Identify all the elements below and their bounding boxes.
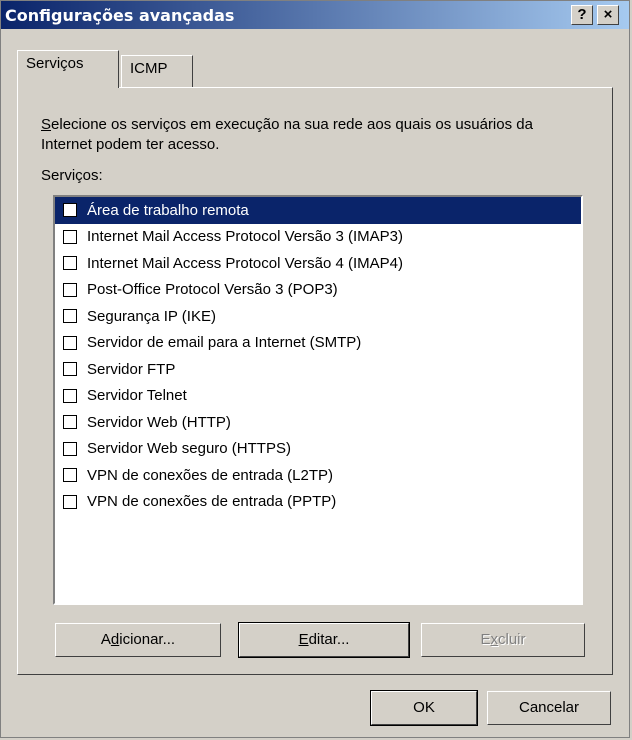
service-list-item[interactable]: VPN de conexões de entrada (L2TP) bbox=[55, 462, 581, 489]
service-label: VPN de conexões de entrada (L2TP) bbox=[87, 466, 333, 484]
add-button-access-key: d bbox=[110, 631, 120, 648]
service-label: Servidor de email para a Internet (SMTP) bbox=[87, 334, 362, 352]
services-listbox[interactable]: Área de trabalho remota Internet Mail Acc… bbox=[53, 195, 583, 605]
service-list-item[interactable]: Servidor Web (HTTP) bbox=[55, 409, 581, 436]
service-checkbox[interactable] bbox=[63, 494, 77, 509]
add-button-label-post: icionar... bbox=[119, 631, 176, 648]
title-bar[interactable]: Configurações avançadas ? × bbox=[1, 1, 629, 29]
service-checkbox[interactable] bbox=[63, 362, 77, 377]
service-checkbox[interactable] bbox=[63, 203, 77, 218]
service-label: Servidor Web (HTTP) bbox=[87, 413, 231, 431]
service-label: Post-Office Protocol Versão 3 (POP3) bbox=[87, 281, 338, 299]
service-list-item[interactable]: Internet Mail Access Protocol Versão 4 (… bbox=[55, 250, 581, 277]
service-list-item[interactable]: Área de trabalho remota bbox=[55, 197, 581, 224]
service-list-item[interactable]: Servidor FTP bbox=[55, 356, 581, 383]
close-button[interactable]: × bbox=[597, 5, 619, 25]
edit-button[interactable]: Editar... bbox=[238, 622, 410, 658]
delete-button-label-pre: E bbox=[480, 631, 491, 648]
service-label: Segurança IP (IKE) bbox=[87, 307, 216, 325]
cancel-button[interactable]: Cancelar bbox=[487, 691, 611, 725]
service-checkbox[interactable] bbox=[63, 229, 77, 244]
service-label: Servidor Web seguro (HTTPS) bbox=[87, 440, 291, 458]
edit-button-access-key: E bbox=[298, 631, 309, 648]
tab-icmp[interactable]: ICMP bbox=[121, 55, 193, 87]
description-access-key: S bbox=[41, 116, 52, 133]
service-list-item[interactable]: Segurança IP (IKE) bbox=[55, 303, 581, 330]
service-list-item[interactable]: VPN de conexões de entrada (PPTP) bbox=[55, 489, 581, 516]
service-checkbox[interactable] bbox=[63, 282, 77, 297]
description-text: Selecione os serviços em execução na sua… bbox=[41, 115, 561, 155]
service-list-item[interactable]: Internet Mail Access Protocol Versão 3 (… bbox=[55, 224, 581, 251]
dialog-window: Configurações avançadas ? × Serviços ICM… bbox=[0, 0, 630, 738]
add-button[interactable]: Adicionar... bbox=[55, 623, 221, 657]
window-title: Configurações avançadas bbox=[5, 6, 235, 25]
service-label: Internet Mail Access Protocol Versão 3 (… bbox=[87, 228, 403, 246]
service-checkbox[interactable] bbox=[63, 335, 77, 350]
service-list-item[interactable]: Servidor Web seguro (HTTPS) bbox=[55, 436, 581, 463]
ok-button[interactable]: OK bbox=[370, 690, 478, 726]
tab-servicos-label: Serviços bbox=[26, 55, 84, 72]
service-list-item[interactable]: Post-Office Protocol Versão 3 (POP3) bbox=[55, 277, 581, 304]
tab-icmp-label: ICMP bbox=[130, 60, 168, 77]
service-checkbox[interactable] bbox=[63, 388, 77, 403]
service-list-item[interactable]: Servidor de email para a Internet (SMTP) bbox=[55, 330, 581, 357]
service-checkbox[interactable] bbox=[63, 468, 77, 483]
edit-button-label-post: ditar... bbox=[308, 631, 350, 648]
delete-button-label-post: cluir bbox=[498, 631, 526, 648]
help-button[interactable]: ? bbox=[571, 5, 593, 25]
delete-button[interactable]: Excluir bbox=[421, 623, 585, 657]
service-label: Internet Mail Access Protocol Versão 4 (… bbox=[87, 254, 403, 272]
service-checkbox[interactable] bbox=[63, 441, 77, 456]
service-checkbox[interactable] bbox=[63, 309, 77, 324]
service-checkbox[interactable] bbox=[63, 256, 77, 271]
description-rest: elecione os serviços em execução na sua … bbox=[41, 116, 533, 153]
service-list-item[interactable]: Servidor Telnet bbox=[55, 383, 581, 410]
services-list-label: Serviços: bbox=[41, 167, 103, 184]
service-label: Servidor FTP bbox=[87, 360, 176, 378]
service-label: Área de trabalho remota bbox=[87, 201, 249, 219]
delete-button-access-key: x bbox=[490, 631, 499, 648]
tab-servicos[interactable]: Serviços bbox=[17, 50, 119, 88]
service-checkbox[interactable] bbox=[63, 415, 77, 430]
add-button-label-pre: A bbox=[100, 631, 111, 648]
service-label: VPN de conexões de entrada (PPTP) bbox=[87, 493, 337, 511]
service-label: Servidor Telnet bbox=[87, 387, 187, 405]
